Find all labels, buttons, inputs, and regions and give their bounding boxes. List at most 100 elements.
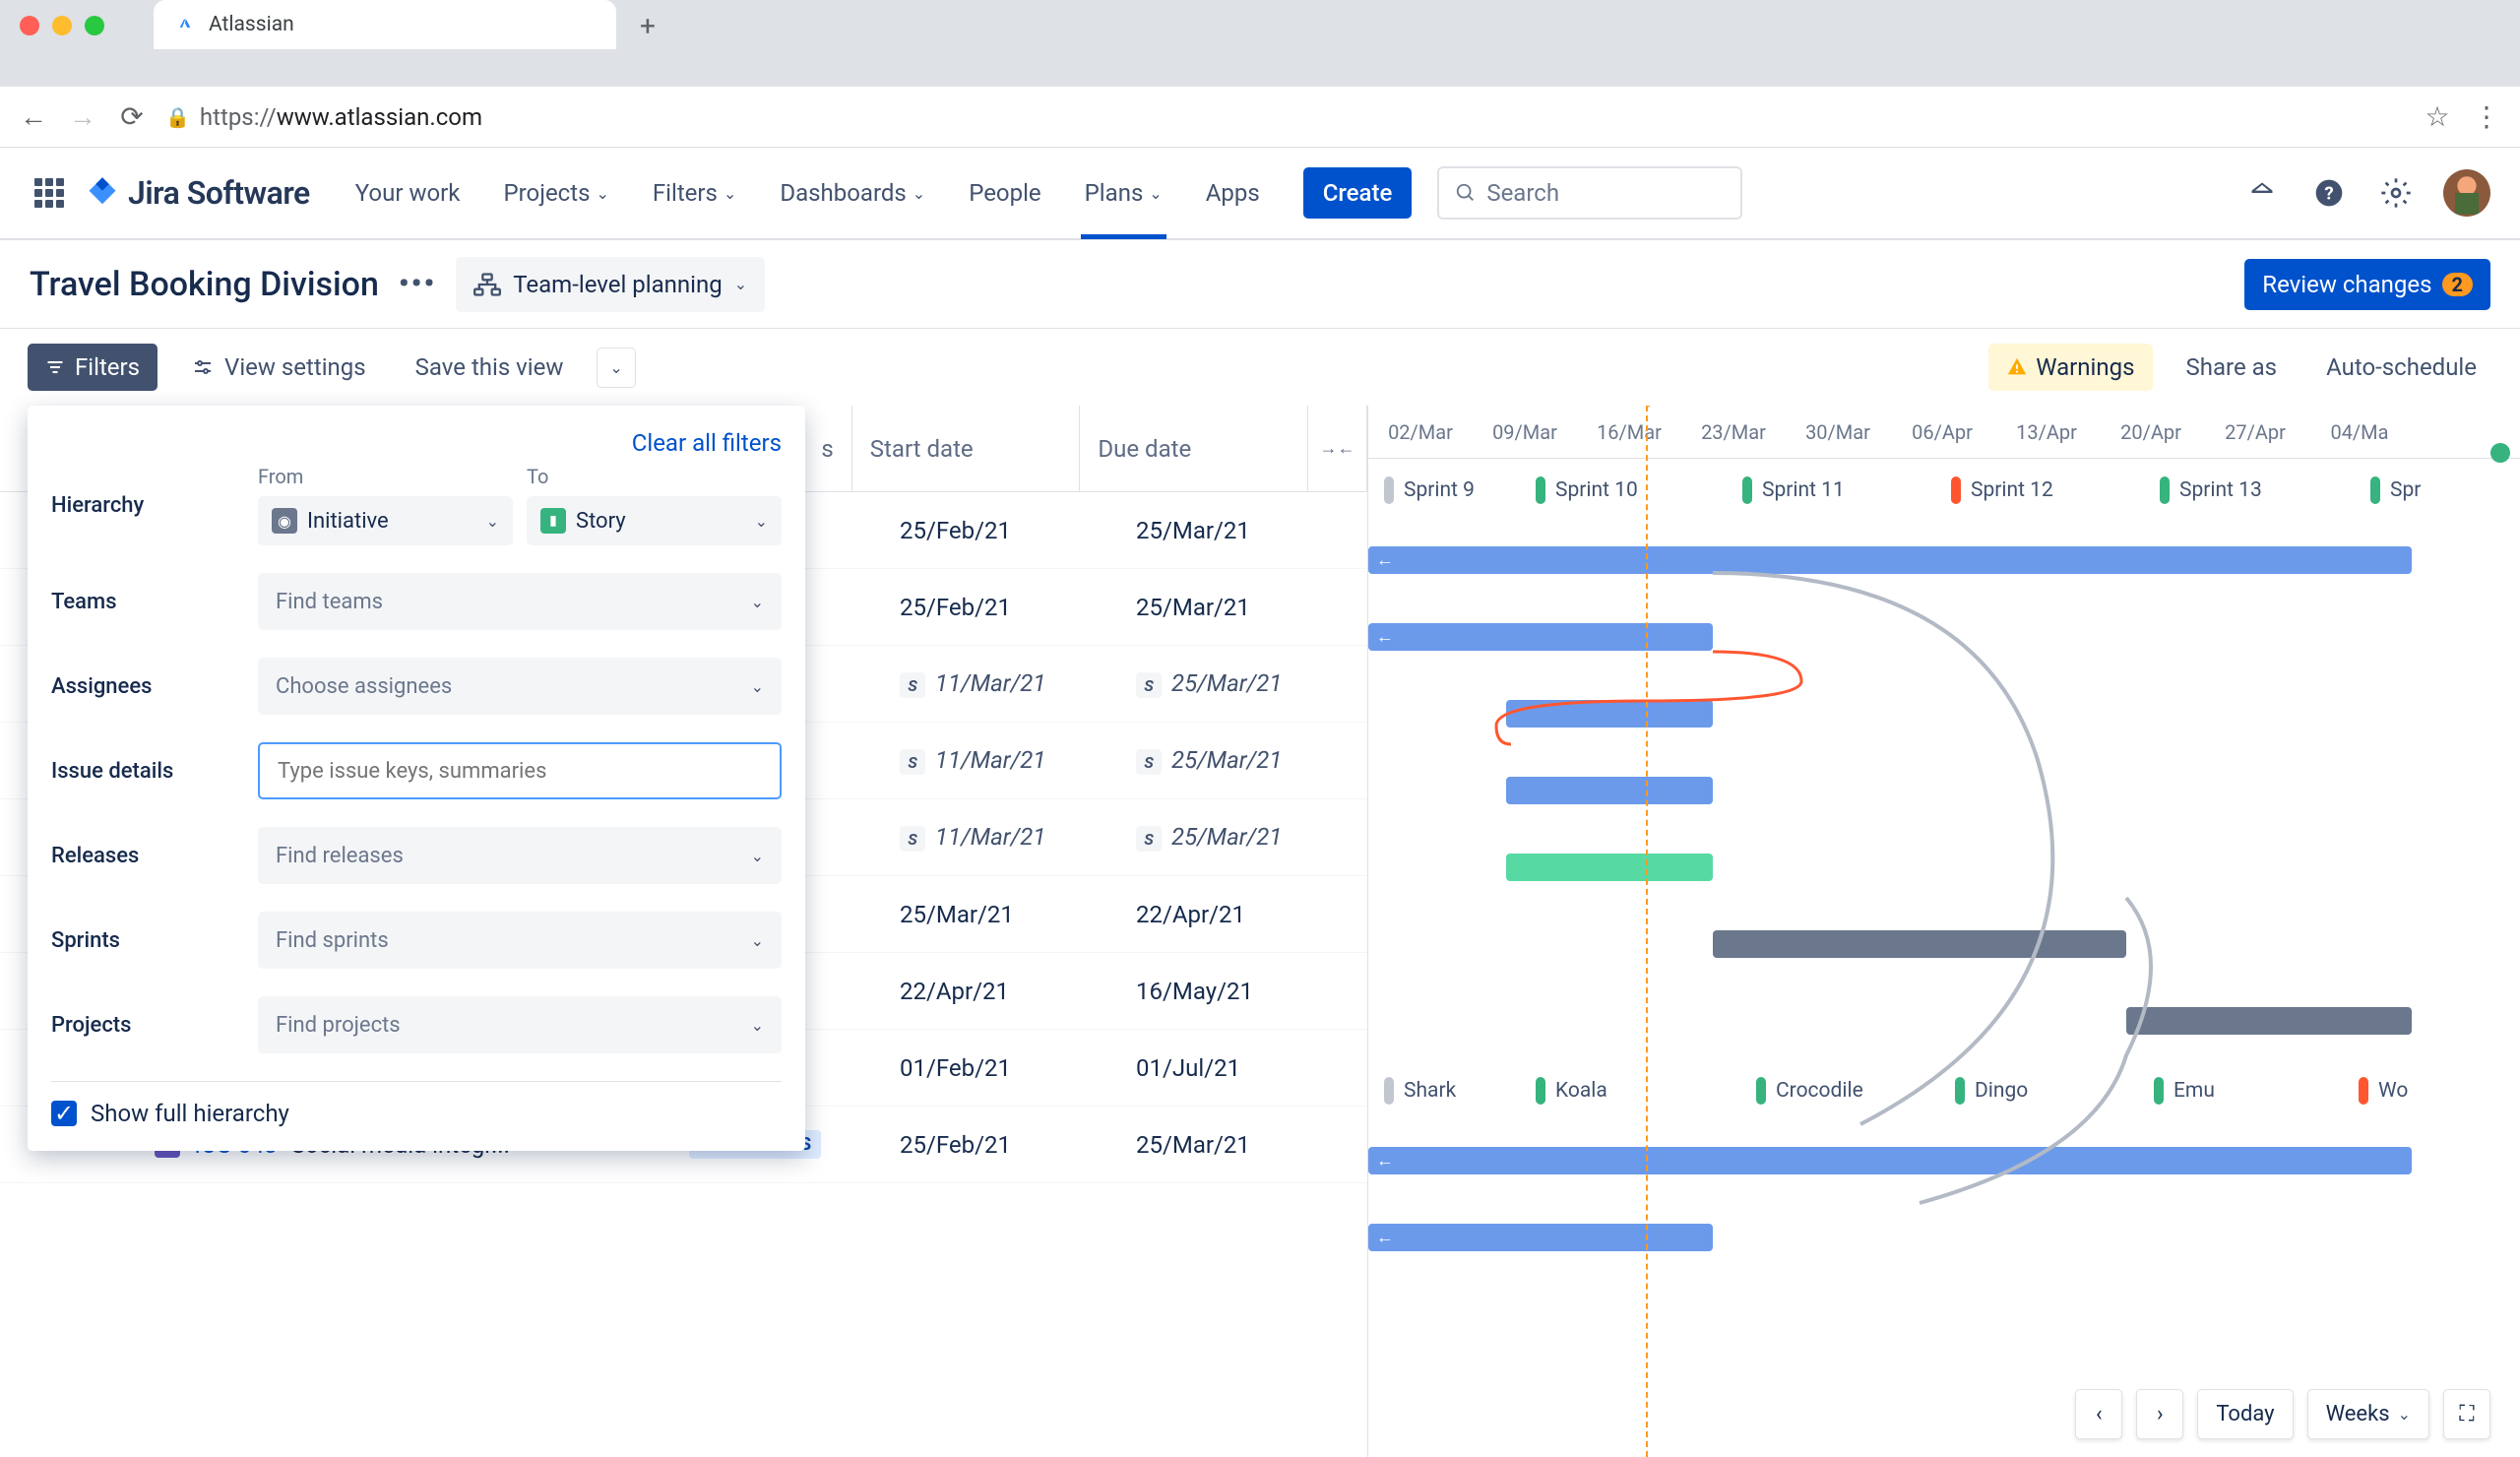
chevron-down-icon: ⌄ bbox=[2398, 1405, 2411, 1424]
planning-mode-select[interactable]: Team-level planning ⌄ bbox=[456, 257, 765, 312]
notifications-icon[interactable] bbox=[2242, 173, 2282, 213]
gantt-bar[interactable] bbox=[1506, 854, 1713, 881]
minimize-window[interactable] bbox=[52, 16, 72, 35]
sprint-pill[interactable]: Sprint 13 bbox=[2160, 476, 2262, 504]
sprint-pill[interactable]: Sprint 9 bbox=[1384, 476, 1475, 504]
sprint-pill[interactable]: Wo bbox=[2359, 1077, 2408, 1105]
browser-tab[interactable]: Atlassian bbox=[154, 0, 616, 49]
due-date-cell: 01/Jul/21 bbox=[1122, 1054, 1358, 1082]
sprint-pill[interactable]: Crocodile bbox=[1756, 1077, 1863, 1105]
due-date-cell: S25/Mar/21 bbox=[1122, 746, 1358, 776]
hierarchy-to-select[interactable]: ▮ Story ⌄ bbox=[527, 496, 782, 545]
show-full-hierarchy-checkbox[interactable]: ✓ Show full hierarchy bbox=[51, 1081, 782, 1127]
releases-select[interactable]: Find releases⌄ bbox=[258, 827, 782, 884]
search-input[interactable]: Search bbox=[1437, 166, 1742, 220]
help-icon[interactable]: ? bbox=[2309, 173, 2349, 213]
timeline-controls: ‹ › Today Weeks ⌄ ⛶ bbox=[2075, 1389, 2490, 1439]
assignees-select[interactable]: Choose assignees⌄ bbox=[258, 658, 782, 715]
filters-button[interactable]: Filters bbox=[28, 344, 158, 391]
forward-button[interactable]: → bbox=[67, 101, 98, 133]
scale-select[interactable]: Weeks ⌄ bbox=[2307, 1389, 2429, 1439]
hierarchy-label: Hierarchy bbox=[51, 493, 238, 518]
sprint-pill[interactable]: Sprint 11 bbox=[1742, 476, 1845, 504]
teams-label: Teams bbox=[51, 590, 238, 614]
releases-label: Releases bbox=[51, 844, 238, 868]
maximize-window[interactable] bbox=[85, 16, 104, 35]
user-avatar[interactable] bbox=[2443, 169, 2490, 217]
save-view-button[interactable]: Save this view bbox=[400, 344, 580, 391]
plan-more-icon[interactable]: ••• bbox=[399, 267, 436, 301]
sprints-select[interactable]: Find sprints⌄ bbox=[258, 912, 782, 969]
create-button[interactable]: Create bbox=[1303, 167, 1413, 219]
gantt-bar[interactable] bbox=[2126, 1007, 2412, 1035]
nav-projects[interactable]: Projects⌄ bbox=[485, 147, 626, 239]
date-header-cell: 02/Mar bbox=[1368, 406, 1473, 458]
gantt-bar[interactable]: ← bbox=[1368, 623, 1713, 651]
gantt-row: ← bbox=[1368, 522, 2520, 599]
jira-logo[interactable]: Jira Software bbox=[85, 174, 310, 212]
gantt-row bbox=[1368, 982, 2520, 1059]
hierarchy-from-select[interactable]: ◉ Initiative ⌄ bbox=[258, 496, 513, 545]
address-bar[interactable]: 🔒 https://www.atlassian.com bbox=[165, 103, 2404, 131]
new-tab-button[interactable]: + bbox=[634, 12, 662, 39]
auto-schedule-button[interactable]: Auto-schedule bbox=[2310, 344, 2492, 391]
fullscreen-button[interactable]: ⛶ bbox=[2443, 1389, 2490, 1439]
sprint-pill[interactable]: Emu bbox=[2154, 1077, 2215, 1105]
browser-chrome: Atlassian + bbox=[0, 0, 2520, 87]
gantt-bar[interactable]: ← bbox=[1368, 1224, 1713, 1251]
sprint-pill[interactable]: Spr bbox=[2370, 476, 2421, 504]
nav-apps[interactable]: Apps bbox=[1188, 147, 1278, 239]
gantt-bar[interactable]: ← bbox=[1368, 546, 2412, 574]
gantt-bar[interactable] bbox=[1506, 700, 1713, 728]
view-settings-button[interactable]: View settings bbox=[175, 344, 382, 391]
gantt-bar[interactable] bbox=[1713, 930, 2126, 958]
chevron-down-icon: ⌄ bbox=[751, 931, 764, 950]
timeline[interactable]: 02/Mar09/Mar16/Mar23/Mar30/Mar06/Apr13/A… bbox=[1368, 406, 2520, 1457]
app-switcher-icon[interactable] bbox=[30, 173, 69, 213]
chevron-down-icon: ⌄ bbox=[1149, 184, 1162, 203]
sprint-pill[interactable]: Dingo bbox=[1955, 1077, 2028, 1105]
plan-title: Travel Booking Division bbox=[30, 265, 379, 304]
gantt-bar[interactable] bbox=[1506, 777, 1713, 804]
sprint-pill[interactable]: Sprint 12 bbox=[1951, 476, 2053, 504]
changes-count-badge: 2 bbox=[2442, 273, 2473, 296]
address-bar-row: ← → ⟳ 🔒 https://www.atlassian.com ☆ ⋮ bbox=[0, 87, 2520, 148]
global-nav: Jira Software Your work Projects⌄ Filter… bbox=[0, 148, 2520, 240]
timeline-next-button[interactable]: › bbox=[2136, 1389, 2183, 1439]
save-view-dropdown[interactable]: ⌄ bbox=[597, 348, 635, 388]
due-date-cell: 22/Apr/21 bbox=[1122, 901, 1358, 928]
story-icon: ▮ bbox=[540, 508, 566, 534]
settings-icon[interactable] bbox=[2376, 173, 2416, 213]
start-date-cell: 22/Apr/21 bbox=[886, 978, 1122, 1005]
sprint-pill[interactable]: Shark bbox=[1384, 1077, 1456, 1105]
review-changes-button[interactable]: Review changes 2 bbox=[2244, 259, 2490, 310]
nav-filters[interactable]: Filters⌄ bbox=[635, 147, 754, 239]
issue-details-input[interactable] bbox=[258, 742, 782, 799]
nav-your-work[interactable]: Your work bbox=[338, 147, 478, 239]
close-window[interactable] bbox=[20, 16, 39, 35]
start-date-cell: 01/Feb/21 bbox=[886, 1054, 1122, 1082]
gantt-bar[interactable]: ← bbox=[1368, 1147, 2412, 1174]
due-date-cell: 25/Mar/21 bbox=[1122, 1131, 1358, 1159]
clear-all-filters-link[interactable]: Clear all filters bbox=[51, 429, 782, 457]
issue-details-label: Issue details bbox=[51, 759, 238, 784]
back-button[interactable]: ← bbox=[18, 101, 49, 133]
nav-dashboards[interactable]: Dashboards⌄ bbox=[762, 147, 943, 239]
gantt-row bbox=[1368, 752, 2520, 829]
plan-toolbar: Filters View settings Save this view ⌄ W… bbox=[0, 329, 2520, 406]
bookmark-star-icon[interactable]: ☆ bbox=[2422, 101, 2453, 133]
sprint-pill[interactable]: Koala bbox=[1536, 1077, 1607, 1105]
teams-select[interactable]: Find teams⌄ bbox=[258, 573, 782, 630]
nav-people[interactable]: People bbox=[951, 147, 1058, 239]
nav-plans[interactable]: Plans⌄ bbox=[1067, 147, 1180, 239]
share-as-button[interactable]: Share as bbox=[2171, 344, 2294, 391]
today-button[interactable]: Today bbox=[2197, 1389, 2293, 1439]
collapse-columns-icon[interactable]: →← bbox=[1308, 406, 1367, 491]
projects-select[interactable]: Find projects⌄ bbox=[258, 996, 782, 1053]
sprint-pill[interactable]: Sprint 10 bbox=[1536, 476, 1638, 504]
warnings-button[interactable]: Warnings bbox=[1988, 344, 2152, 391]
browser-menu-icon[interactable]: ⋮ bbox=[2471, 101, 2502, 133]
timeline-prev-button[interactable]: ‹ bbox=[2075, 1389, 2122, 1439]
reload-button[interactable]: ⟳ bbox=[116, 101, 148, 133]
gantt-row: ← bbox=[1368, 1199, 2520, 1276]
